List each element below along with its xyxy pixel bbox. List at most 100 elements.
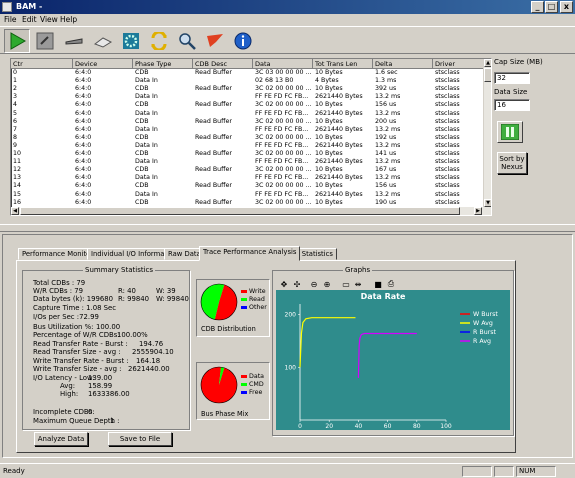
trace-row[interactable]: 5 6:4:0 Data In FF FE FD FC FB... 2621440 By…	[11, 110, 484, 118]
settings-button[interactable]	[118, 29, 144, 53]
scroll-up-arrow[interactable]: ▲	[484, 59, 491, 67]
trace-cell: 141 us	[375, 150, 397, 157]
trace-row[interactable]: 12 6:4:0 CDB Read Buffer 3C 02 00 00 00 ... 1…	[11, 166, 484, 174]
col-header-ctr[interactable]: Ctr	[11, 59, 73, 69]
stop-button[interactable]	[32, 29, 58, 53]
menu-edit[interactable]: Edit	[22, 15, 37, 24]
trace-row[interactable]: 10 6:4:0 CDB Read Buffer 3C 02 00 00 00 ... 1…	[11, 150, 484, 158]
trace-cell: Read Buffer	[195, 166, 232, 174]
trace-cell: stsclass	[435, 77, 460, 85]
trace-cell: 2621440 Bytes	[315, 109, 363, 117]
toolbar	[0, 26, 575, 54]
col-header-cdb-desc[interactable]: CDB Desc	[193, 59, 253, 69]
menu-view[interactable]: View	[40, 15, 58, 24]
trace-cell: Data In	[135, 109, 158, 117]
flag-button[interactable]	[202, 29, 228, 53]
trace-cell: 2	[13, 85, 18, 93]
trace-cell: 14	[13, 182, 22, 190]
sort-by-nexus-button[interactable]: Sort by Nexus	[497, 152, 527, 174]
trace-row[interactable]: 3 6:4:0 Data In FF FE FD FC FB... 2621440 By…	[11, 93, 484, 101]
scanner-icon	[93, 37, 113, 48]
h-scroll-thumb[interactable]	[20, 207, 460, 215]
save-to-file-button[interactable]: Save to File	[108, 432, 172, 446]
tab-trace-performance-analysis[interactable]: Trace Performance Analysis	[199, 246, 301, 261]
data-size-input[interactable]: 16	[494, 99, 530, 111]
trace-cell: 12	[13, 166, 22, 174]
print-tool[interactable]: ⎙	[385, 278, 397, 290]
save-tool[interactable]: ■	[372, 278, 384, 290]
trace-list[interactable]: Ctr Device Phase Type CDB Desc Data Tot …	[10, 58, 492, 216]
col-header-delta[interactable]: Delta	[373, 59, 433, 69]
trace-cell: 6:4:0	[75, 69, 92, 76]
trace-row[interactable]: 11 6:4:0 Data In FF FE FD FC FB... 2621440 B…	[11, 158, 484, 166]
scroll-down-arrow[interactable]: ▼	[484, 199, 491, 207]
close-button[interactable]: x	[560, 1, 573, 13]
trace-row[interactable]: 13 6:4:0 Data In FF FE FD FC FB... 2621440 B…	[11, 174, 484, 182]
trace-cell: 3C 02 00 00 00 ...	[255, 166, 312, 174]
trace-row[interactable]: 1 6:4:0 Data In 02 68 13 B0 4 Bytes 1.3 ms sts…	[11, 77, 484, 85]
scroll-right-arrow[interactable]: ▶	[474, 207, 482, 215]
trace-cell: 3C 02 00 00 00 ...	[255, 133, 312, 141]
trace-row[interactable]: 14 6:4:0 CDB Read Buffer 3C 02 00 00 00 ... 1…	[11, 182, 484, 190]
trace-cell: 200 us	[375, 117, 397, 125]
trace-cell: 13.2 ms	[375, 141, 401, 149]
trace-row[interactable]: 0 6:4:0 CDB Read Buffer 3C 03 00 00 00 ... 10…	[11, 69, 484, 77]
trace-cell: 2621440 Bytes	[315, 158, 363, 166]
maximize-button[interactable]: □	[545, 1, 558, 13]
cap-size-input[interactable]: 32	[494, 72, 530, 84]
swap-button[interactable]	[146, 29, 172, 53]
summary-line: Write Transfer Rate - Burst :	[33, 357, 129, 365]
trace-cell: stsclass	[435, 133, 460, 141]
trace-cell: CDB	[135, 85, 149, 93]
pause-button[interactable]	[497, 121, 523, 143]
trace-cell: stsclass	[435, 85, 460, 93]
vertical-scrollbar[interactable]: ▲ ▼	[483, 59, 491, 207]
status-pane-2	[494, 466, 514, 477]
col-header-device[interactable]: Device	[73, 59, 133, 69]
play-button[interactable]	[4, 29, 30, 53]
search-button[interactable]	[174, 29, 200, 53]
trace-row[interactable]: 4 6:4:0 CDB Read Buffer 3C 02 00 00 00 ... 10…	[11, 101, 484, 109]
select-tool[interactable]: ✣	[291, 278, 303, 290]
trace-cell: 16	[13, 198, 22, 206]
cdb-distribution-title: CDB Distribution	[201, 325, 256, 333]
menu-file[interactable]: File	[4, 15, 17, 24]
frame-tool[interactable]: ▭	[340, 278, 352, 290]
trace-cell: stsclass	[435, 109, 460, 117]
bus-utilization-value: 100.00	[96, 323, 121, 331]
fit-tool[interactable]: ⇹	[352, 278, 364, 290]
minimize-button[interactable]: _	[531, 1, 544, 13]
trace-row[interactable]: 9 6:4:0 Data In FF FE FD FC FB... 2621440 By…	[11, 142, 484, 150]
col-header-phase-type[interactable]: Phase Type	[133, 59, 193, 69]
trace-row[interactable]: 8 6:4:0 CDB Read Buffer 3C 02 00 00 00 ... 10…	[11, 134, 484, 142]
scroll-thumb[interactable]	[484, 68, 491, 82]
trace-row[interactable]: 6 6:4:0 CDB Read Buffer 3C 02 00 00 00 ... 10…	[11, 118, 484, 126]
trace-row[interactable]: 15 6:4:0 Data In FF FE FD FC FB... 2621440 B…	[11, 191, 484, 199]
col-header-tot-trans-len[interactable]: Tot Trans Len	[313, 59, 373, 69]
horizontal-scrollbar[interactable]: ◀ ▶	[11, 207, 491, 215]
trace-row[interactable]: 7 6:4:0 Data In FF FE FD FC FB... 2621440 By…	[11, 126, 484, 134]
col-header-data[interactable]: Data	[253, 59, 313, 69]
pane-splitter[interactable]	[0, 224, 575, 232]
info-button[interactable]	[230, 29, 256, 53]
probe-button[interactable]	[61, 29, 87, 53]
col-header-driver[interactable]: Driver	[433, 59, 484, 69]
scanner-button[interactable]	[90, 29, 116, 53]
trace-cell: 6:4:0	[75, 150, 92, 157]
trace-row[interactable]: 16 6:4:0 CDB Read Buffer 3C 02 00 00 00 ... 1…	[11, 199, 484, 207]
analyze-data-button[interactable]: Analyze Data	[34, 432, 88, 446]
trace-cell: 3C 03 00 00 00 ...	[255, 69, 312, 76]
trace-cell: 8	[13, 133, 18, 141]
trace-cell: 3C 02 00 00 00 ...	[255, 101, 312, 109]
trace-cell: FF FE FD FC FB...	[255, 125, 309, 133]
zoom-in-tool[interactable]: ⊕	[321, 278, 333, 290]
summary-line: Write Transfer Size - avg :	[33, 365, 122, 373]
zoom-out-tool[interactable]: ⊖	[308, 278, 320, 290]
trace-cell: 6:4:0	[75, 158, 92, 166]
scroll-left-arrow[interactable]: ◀	[11, 207, 19, 215]
trace-row[interactable]: 2 6:4:0 CDB Read Buffer 3C 02 00 00 00 ... 10…	[11, 85, 484, 93]
menu-help[interactable]: Help	[60, 15, 77, 24]
trace-cell: 6:4:0	[75, 77, 92, 85]
pan-tool[interactable]: ✥	[278, 278, 290, 290]
trace-cell: 6:4:0	[75, 93, 92, 101]
